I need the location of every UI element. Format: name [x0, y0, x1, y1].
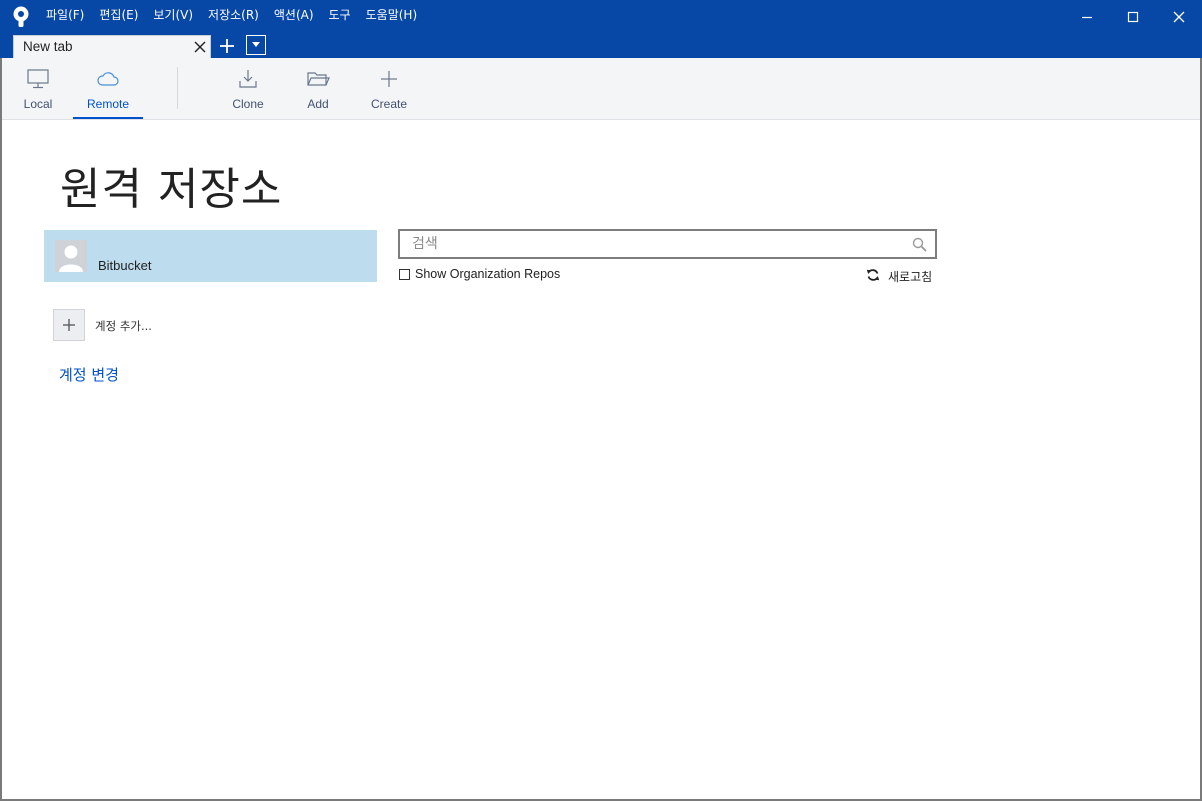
menu-bar: 파일(F) 편집(E) 보기(V) 저장소(R) 액션(A) 도구 도움말(H)	[46, 0, 432, 30]
local-button[interactable]: Local	[12, 58, 64, 119]
folder-open-icon	[307, 72, 330, 86]
remote-label: Remote	[86, 97, 130, 111]
tab-new-tab[interactable]: New tab	[13, 35, 211, 58]
page-title: 원격 저장소	[60, 164, 283, 215]
tab-close-icon[interactable]	[194, 41, 206, 53]
create-button[interactable]: Create	[363, 58, 415, 119]
tab-list-dropdown-button[interactable]	[246, 35, 266, 55]
maximize-icon	[1127, 11, 1139, 23]
menu-actions[interactable]: 액션(A)	[274, 0, 314, 30]
plus-icon	[381, 71, 397, 87]
close-window-button[interactable]	[1156, 3, 1202, 31]
app-window	[0, 0, 1202, 801]
refresh-icon[interactable]	[866, 268, 880, 282]
minimize-button[interactable]	[1064, 3, 1110, 31]
search-icon[interactable]	[912, 237, 927, 252]
add-account-label[interactable]: 계정 추가...	[95, 318, 152, 334]
menu-file[interactable]: 파일(F)	[46, 0, 84, 30]
change-account-link[interactable]: 계정 변경	[59, 364, 119, 385]
menu-repository[interactable]: 저장소(R)	[208, 0, 259, 30]
account-list-item[interactable]: Bitbucket	[44, 230, 377, 282]
show-org-repos-label[interactable]: Show Organization Repos	[415, 267, 560, 281]
clone-button[interactable]: Clone	[223, 58, 273, 119]
remote-button[interactable]: Remote	[73, 58, 143, 119]
active-tab-indicator	[73, 117, 143, 119]
add-account-button[interactable]	[53, 309, 85, 341]
download-icon	[239, 70, 257, 88]
show-org-repos-checkbox[interactable]	[399, 269, 410, 280]
plus-icon	[63, 319, 75, 331]
create-label: Create	[370, 97, 408, 111]
monitor-icon	[27, 69, 49, 89]
close-icon	[1173, 11, 1185, 23]
title-bar: 파일(F) 편집(E) 보기(V) 저장소(R) 액션(A) 도구 도움말(H)	[0, 0, 1202, 33]
user-avatar-icon	[55, 240, 87, 272]
search-box	[398, 229, 937, 259]
menu-help[interactable]: 도움말(H)	[366, 0, 418, 30]
avatar	[55, 240, 87, 272]
account-name: Bitbucket	[98, 258, 152, 273]
cloud-icon	[97, 72, 119, 86]
menu-edit[interactable]: 편집(E)	[99, 0, 138, 30]
chevron-down-icon	[252, 42, 260, 47]
minimize-icon	[1082, 16, 1092, 19]
sourcetree-logo-icon	[13, 6, 29, 27]
menu-view[interactable]: 보기(V)	[153, 0, 193, 30]
toolbar: Local Remote Clone Add Create	[2, 58, 1200, 120]
local-label: Local	[23, 97, 53, 111]
new-tab-plus-icon[interactable]	[218, 37, 236, 55]
toolbar-separator	[177, 67, 178, 109]
search-input[interactable]	[400, 231, 905, 257]
add-button[interactable]: Add	[296, 58, 340, 119]
add-label: Add	[307, 97, 329, 111]
tab-strip: New tab	[0, 33, 1202, 58]
maximize-button[interactable]	[1110, 3, 1156, 31]
tab-label: New tab	[23, 39, 73, 54]
refresh-label[interactable]: 새로고침	[888, 268, 932, 285]
menu-tools[interactable]: 도구	[329, 0, 351, 30]
clone-label: Clone	[232, 97, 264, 111]
